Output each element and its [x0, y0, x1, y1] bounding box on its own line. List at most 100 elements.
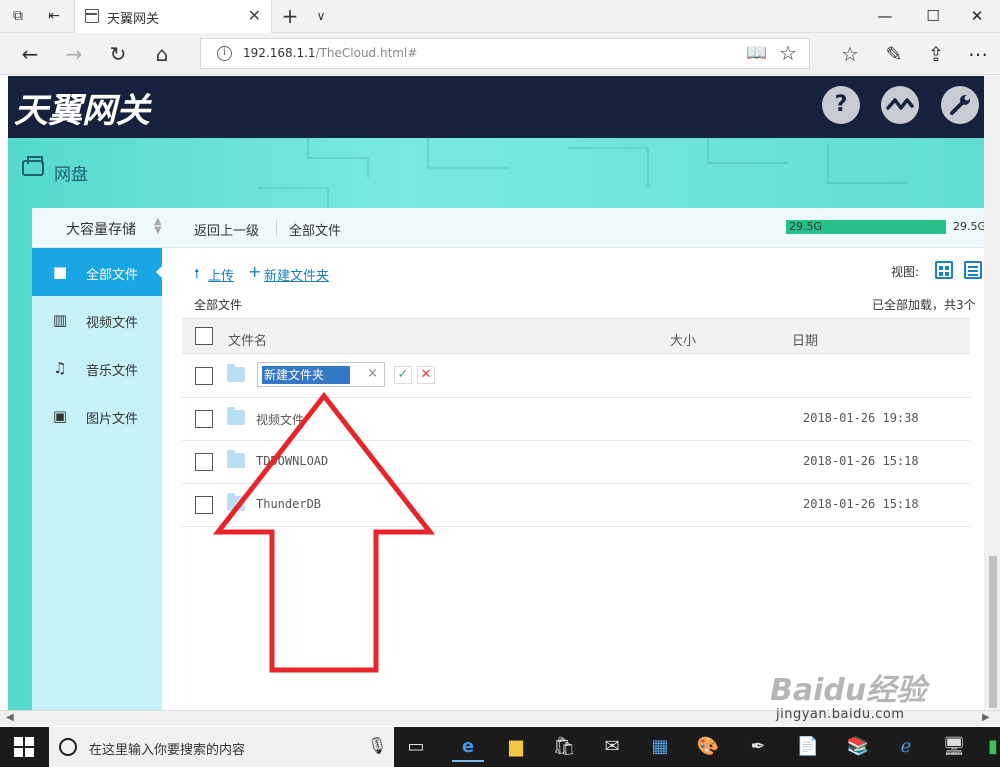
windows-start-icon[interactable] [14, 737, 34, 757]
paint-3d-icon[interactable]: ✒ [742, 732, 774, 762]
url-text[interactable]: 192.168.1.1/TheCloud.html# [243, 46, 417, 60]
quota-used-label: 29.5G [789, 220, 823, 233]
cortana-icon[interactable] [59, 738, 77, 756]
row-checkbox[interactable] [195, 367, 213, 385]
plus-icon[interactable]: + [248, 262, 261, 281]
file-type-sidebar: ■ 全部文件 ▥ 视频文件 ♫ 音乐文件 ▣ 图片文件 [32, 248, 163, 710]
windows-taskbar: 在这里输入你要搜索的内容 🎙 ▭ e ▆ 🛍 ✉ ▦ 🎨 ✒ 📄 📚 ℯ 🖥 ▮ [0, 727, 1000, 767]
column-header-date[interactable]: 日期 [792, 330, 818, 349]
vertical-scroll-thumb[interactable] [989, 556, 997, 708]
table-row[interactable]: ThunderDB 2018-01-26 15:18 [182, 484, 970, 527]
netdisk-printer-icon [22, 156, 44, 176]
minimize-button[interactable]: — [862, 0, 908, 33]
tab-list-chevron-icon[interactable]: ∨ [311, 6, 331, 26]
close-window-button[interactable]: ✕ [954, 0, 1000, 33]
wave-icon[interactable] [881, 86, 919, 124]
task-view-icon[interactable]: ▭ [400, 732, 432, 762]
sidebar-item-video[interactable]: ▥ 视频文件 [32, 296, 162, 344]
row-checkbox[interactable] [195, 496, 213, 514]
select-all-checkbox[interactable] [195, 327, 213, 345]
site-info-icon[interactable]: i [217, 46, 232, 61]
gateway-logo: 天翼网关 [14, 91, 150, 131]
sidebar-item-all-files[interactable]: ■ 全部文件 [32, 248, 163, 296]
navigation-bar: ← → ↻ ⌂ i 192.168.1.1/TheCloud.html# 📖 ☆… [0, 33, 1000, 75]
grid-view-icon[interactable] [935, 261, 953, 279]
new-folder-button[interactable]: 新建文件夹 [264, 265, 329, 284]
reading-view-icon[interactable]: 📖 [746, 43, 767, 63]
folder-icon [227, 493, 245, 511]
breadcrumb-all-files[interactable]: 全部文件 [289, 220, 341, 239]
edge-browser-icon[interactable]: e [452, 732, 484, 762]
table-row[interactable]: TDDOWNLOAD 2018-01-26 15:18 [182, 441, 970, 484]
picture-icon: ▣ [52, 407, 68, 425]
scroll-left-arrow-icon[interactable]: ◀ [6, 712, 14, 723]
horizontal-scrollbar[interactable]: ◀ ▶ [0, 710, 1000, 726]
help-icon[interactable]: ? [822, 86, 860, 124]
browser-tab[interactable]: 天翼网关 ✕ [74, 0, 272, 33]
table-row[interactable]: 视频文件 2018-01-26 19:38 [182, 398, 970, 441]
quota-total-label: 29.5G [953, 220, 987, 233]
storage-caret-icon[interactable]: ▲ ▼ [154, 217, 162, 236]
refresh-icon[interactable]: ↻ [106, 42, 130, 66]
tab-overview-icon[interactable]: ⧉ [8, 6, 28, 26]
file-date: 2018-01-26 19:38 [803, 411, 919, 425]
green-app-icon[interactable]: ▮ [986, 732, 1000, 762]
taskbar-search-box[interactable]: 在这里输入你要搜索的内容 🎙 [49, 727, 394, 767]
new-tab-icon[interactable]: + [280, 6, 300, 26]
upload-arrow-icon[interactable]: 🠕 [194, 265, 200, 287]
taskbar-search-placeholder[interactable]: 在这里输入你要搜索的内容 [89, 739, 245, 758]
more-menu-icon[interactable]: ⋯ [966, 42, 990, 66]
network-app-icon[interactable]: ▦ [644, 732, 676, 762]
clear-input-icon[interactable]: × [367, 366, 378, 381]
back-arrow-icon[interactable]: ← [18, 42, 42, 66]
back-up-link[interactable]: 返回上一级 [194, 220, 259, 239]
browser-title-bar: ⧉ ⇤ 天翼网关 ✕ + ∨ — ☐ ✕ [0, 0, 1000, 33]
favorite-star-icon[interactable]: ☆ [779, 41, 797, 65]
microphone-icon[interactable]: 🎙 [367, 736, 387, 755]
file-name[interactable]: ThunderDB [256, 497, 321, 511]
books-app-icon[interactable]: 📚 [842, 732, 874, 762]
home-icon[interactable]: ⌂ [150, 42, 174, 66]
maximize-button[interactable]: ☐ [910, 0, 956, 33]
share-icon[interactable]: ⇪ [924, 42, 948, 66]
file-table-header: 文件名 大小 日期 [182, 318, 970, 354]
file-name[interactable]: 视频文件 [256, 411, 304, 428]
rename-input[interactable] [262, 366, 350, 384]
upload-button[interactable]: 上传 [208, 265, 234, 284]
forward-arrow-icon[interactable]: → [62, 42, 86, 66]
storage-selector[interactable]: 大容量存储 [66, 219, 136, 239]
confirm-check-icon[interactable]: ✓ [394, 366, 412, 384]
sidebar-item-music[interactable]: ♫ 音乐文件 [32, 344, 162, 392]
wrench-icon[interactable] [941, 86, 979, 124]
rename-field[interactable]: × [257, 362, 385, 387]
column-header-name[interactable]: 文件名 [228, 330, 267, 349]
column-header-size[interactable]: 大小 [670, 330, 696, 349]
scroll-right-arrow-icon[interactable]: ▶ [982, 712, 990, 723]
close-tab-icon[interactable]: ✕ [248, 6, 261, 25]
document-app-icon[interactable]: 📄 [792, 732, 824, 762]
circuit-pattern [258, 138, 908, 208]
row-checkbox[interactable] [195, 410, 213, 428]
list-view-icon[interactable] [964, 261, 982, 279]
storage-quota-bar: 29.5G [786, 220, 946, 234]
table-row-rename: × ✓ ✕ [182, 355, 970, 398]
set-tabs-aside-icon[interactable]: ⇤ [44, 6, 64, 26]
file-date: 2018-01-26 15:18 [803, 454, 919, 468]
web-note-pen-icon[interactable]: ✎ [882, 42, 906, 66]
cancel-x-icon[interactable]: ✕ [417, 366, 435, 384]
file-explorer-icon[interactable]: ▆ [500, 732, 532, 762]
sidebar-item-label: 音乐文件 [86, 364, 139, 379]
favorites-hub-icon[interactable]: ☆ [838, 42, 862, 66]
folder-icon [227, 364, 245, 382]
mail-icon[interactable]: ✉ [596, 732, 628, 762]
address-bar[interactable]: i 192.168.1.1/TheCloud.html# 📖 ☆ [200, 38, 810, 69]
screen-app-icon[interactable]: 🖥 [938, 732, 970, 762]
page-favicon-icon [85, 9, 99, 23]
url-host: 192.168.1.1 [243, 46, 316, 60]
store-icon[interactable]: 🛍 [548, 732, 580, 762]
sidebar-item-pictures[interactable]: ▣ 图片文件 [32, 392, 162, 440]
row-checkbox[interactable] [195, 453, 213, 471]
paint-icon[interactable]: 🎨 [692, 732, 724, 762]
internet-explorer-icon[interactable]: ℯ [890, 732, 922, 762]
file-name[interactable]: TDDOWNLOAD [256, 454, 328, 468]
